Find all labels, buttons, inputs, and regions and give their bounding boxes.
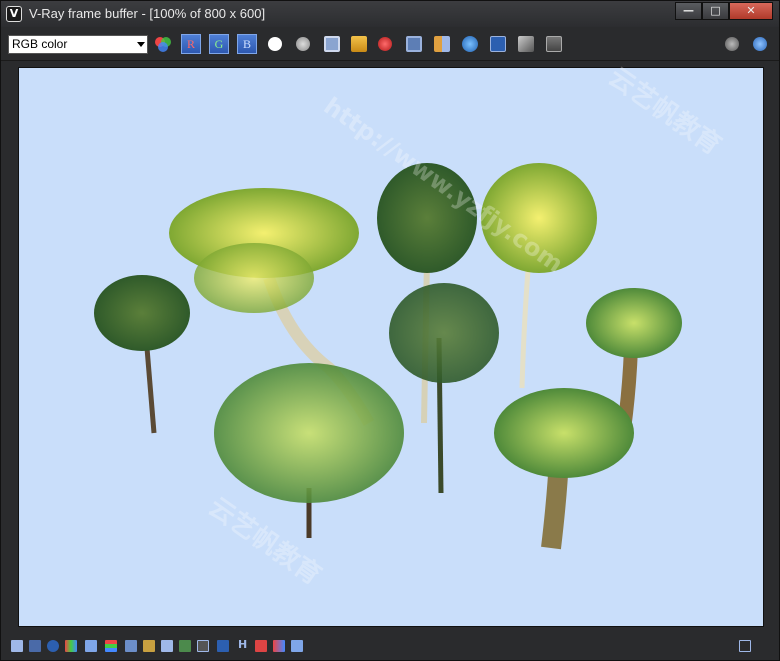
render-settings-icon[interactable] [725, 37, 739, 51]
sync-icon[interactable] [291, 640, 303, 652]
close-button[interactable]: ✕ [729, 2, 773, 20]
chevron-down-icon [137, 42, 145, 47]
color-correction-icon[interactable] [518, 36, 534, 52]
channel-select[interactable]: RGB color [8, 35, 148, 54]
ocio-icon[interactable] [255, 640, 267, 652]
gray-mono-dot-icon[interactable] [296, 37, 310, 51]
info-icon[interactable] [47, 640, 59, 652]
palm-crown [94, 163, 682, 503]
lens-effects-icon[interactable] [546, 36, 562, 52]
color-wheel-icon[interactable] [153, 34, 173, 54]
vray-frame-buffer-window: V V-Ray frame buffer - [100% of 800 x 60… [0, 0, 780, 661]
region-render-icon[interactable] [434, 36, 450, 52]
clear-image-icon[interactable] [378, 37, 392, 51]
title-bar[interactable]: V V-Ray frame buffer - [100% of 800 x 60… [1, 1, 779, 27]
teapot-icon[interactable] [462, 36, 478, 52]
exposure-icon[interactable] [161, 640, 173, 652]
color-channels-icon[interactable] [65, 640, 77, 652]
red-channel-button[interactable]: R [181, 34, 201, 54]
maximize-button[interactable]: □ [702, 2, 729, 20]
vray-logo-icon: V [6, 6, 22, 22]
pixel-info-icon[interactable] [85, 640, 97, 652]
duplicate-icon[interactable] [406, 36, 422, 52]
white-alpha-dot-icon[interactable] [268, 37, 282, 51]
ab-compare-icon[interactable] [490, 36, 506, 52]
render-viewport[interactable] [18, 67, 764, 627]
channel-select-value: RGB color [12, 37, 68, 51]
rendered-palm-trees-image [94, 163, 682, 550]
history-icon[interactable] [11, 640, 23, 652]
curves-icon[interactable] [179, 640, 191, 652]
layers-icon[interactable] [29, 640, 41, 652]
blue-channel-button[interactable]: B [237, 34, 257, 54]
hsv-label[interactable]: H [238, 638, 247, 651]
green-channel-button[interactable]: G [209, 34, 229, 54]
save-image-icon[interactable] [324, 36, 340, 52]
graph-icon[interactable] [197, 640, 209, 652]
stereo-icon[interactable] [273, 640, 285, 652]
histogram-icon[interactable] [125, 640, 137, 652]
render-teapot-icon[interactable] [753, 37, 767, 51]
tone-icon[interactable] [143, 640, 155, 652]
stats-icon[interactable] [105, 640, 117, 652]
toolbar: RGB color R G B [1, 27, 779, 61]
minimize-button[interactable]: — [675, 2, 702, 20]
window-title: V-Ray frame buffer - [100% of 800 x 600] [29, 6, 266, 21]
bottom-toolbar: H [1, 634, 779, 660]
open-folder-icon[interactable] [351, 36, 367, 52]
lut-icon[interactable] [217, 640, 229, 652]
fullscreen-icon[interactable] [739, 640, 751, 652]
